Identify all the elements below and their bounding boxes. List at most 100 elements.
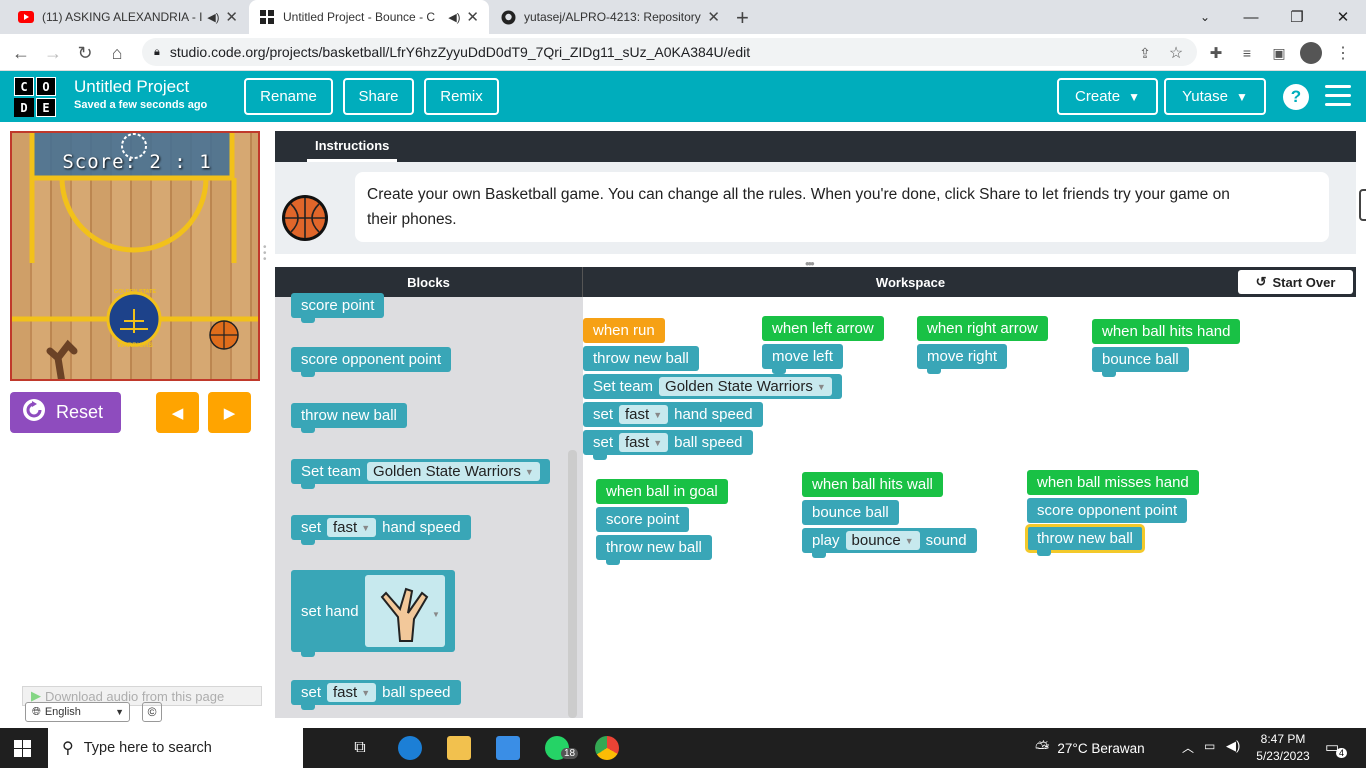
block-move-right[interactable]: move right: [917, 344, 1008, 374]
text-to-speech-icon[interactable]: ◀)): [1359, 189, 1366, 221]
store-icon[interactable]: [496, 736, 520, 760]
block-score-opponent-point[interactable]: score opponent point: [291, 347, 452, 377]
more-menu-icon[interactable]: ⋮: [1330, 40, 1356, 66]
block-set-team[interactable]: Set team Golden State Warriors ▼: [583, 374, 842, 399]
minimize-icon[interactable]: —: [1228, 0, 1274, 34]
speed-dropdown[interactable]: fast ▼: [619, 405, 669, 424]
block-label: when ball misses hand: [1037, 474, 1189, 491]
browser-tab-github[interactable]: yutasej/ALPRO-4213: Repository ✕: [490, 0, 730, 34]
tray-chevron-up-icon[interactable]: ︿: [1182, 739, 1194, 756]
dropdown-value: fast: [333, 519, 358, 536]
rename-button[interactable]: Rename: [244, 78, 333, 115]
side-panel-icon[interactable]: ▣: [1266, 40, 1292, 66]
home-icon[interactable]: ⌂: [104, 40, 130, 66]
tab-instructions[interactable]: Instructions: [307, 131, 398, 162]
block-when-ball-misses-hand[interactable]: when ball misses hand: [1027, 470, 1199, 495]
block-when-left-arrow[interactable]: when left arrow: [762, 316, 884, 341]
speed-dropdown[interactable]: fast ▼: [327, 518, 377, 537]
windows-start-icon[interactable]: [14, 740, 31, 760]
triangle-right-icon: ▶: [223, 404, 236, 422]
tab-search-icon[interactable]: ⌄: [1182, 0, 1228, 34]
block-bounce-ball[interactable]: bounce ball: [802, 500, 899, 525]
close-tab-icon[interactable]: ✕: [466, 8, 479, 26]
toolbox-scrollbar[interactable]: [568, 450, 577, 718]
url-input[interactable]: 🔒︎ studio.code.org/projects/basketball/L…: [142, 38, 1197, 66]
start-over-button[interactable]: ↺ Start Over: [1238, 270, 1353, 294]
block-when-run[interactable]: when run: [583, 318, 665, 343]
forward-icon[interactable]: →: [40, 40, 66, 66]
close-tab-icon[interactable]: ✕: [707, 8, 720, 26]
new-tab-icon[interactable]: +: [736, 5, 749, 31]
weather-widget[interactable]: ⛅︎ 27°C Berawan: [1035, 728, 1145, 768]
help-button[interactable]: ?: [1283, 84, 1309, 110]
reset-button[interactable]: Reset: [10, 392, 121, 433]
taskbar-search-input[interactable]: ⚲ Type here to search: [48, 728, 303, 768]
block-when-ball-in-goal[interactable]: when ball in goal: [596, 479, 728, 504]
block-score-opponent-point[interactable]: score opponent point: [1027, 498, 1188, 523]
caret-down-icon: ▼: [361, 522, 371, 533]
reading-list-icon[interactable]: ≡: [1234, 40, 1260, 66]
block-when-ball-hits-hand[interactable]: when ball hits hand: [1092, 319, 1241, 344]
maximize-icon[interactable]: ❐: [1274, 0, 1320, 34]
block-set-ball-speed[interactable]: set fast ▼ ball speed: [583, 430, 753, 460]
team-dropdown[interactable]: Golden State Warriors ▼: [367, 462, 540, 481]
network-icon[interactable]: ▭: [1204, 739, 1215, 753]
speed-dropdown[interactable]: fast ▼: [619, 433, 669, 452]
block-throw-new-ball-selected[interactable]: throw new ball: [1025, 524, 1145, 556]
codeorg-logo[interactable]: C O D E: [14, 77, 58, 117]
browser-tab-codeorg[interactable]: Untitled Project - Bounce - C ◀) ✕: [249, 0, 489, 34]
game-stage[interactable]: GOLDEN STATE WARRIORS Score: 2 : 1: [10, 131, 260, 381]
system-clock[interactable]: 8:47 PM 5/23/2023: [1248, 731, 1318, 765]
project-title: Untitled Project: [74, 77, 190, 96]
block-when-ball-hits-wall[interactable]: when ball hits wall: [802, 472, 943, 497]
block-set-team[interactable]: Set team Golden State Warriors ▼: [291, 459, 550, 489]
block-bounce-ball[interactable]: bounce ball: [1092, 347, 1189, 377]
block-move-left[interactable]: move left: [762, 344, 843, 374]
block-score-point[interactable]: score point: [596, 507, 690, 532]
chrome-icon[interactable]: [595, 736, 619, 760]
tab-title: yutasej/ALPRO-4213: Repository: [524, 10, 701, 24]
back-icon[interactable]: ←: [8, 40, 34, 66]
block-score-point[interactable]: score point: [291, 293, 385, 323]
block-label: when ball in goal: [606, 483, 718, 500]
save-status: Saved a few seconds ago: [74, 99, 208, 111]
hand-image-dropdown[interactable]: ▼: [364, 575, 445, 647]
reload-icon[interactable]: ↻: [72, 40, 98, 66]
language-select[interactable]: 🌐︎ English ▼: [25, 702, 130, 722]
close-tab-icon[interactable]: ✕: [225, 8, 238, 26]
volume-icon[interactable]: ◀): [1226, 738, 1240, 754]
vertical-resize-handle-icon[interactable]: • • •: [263, 243, 267, 265]
step-back-button[interactable]: ◀: [156, 392, 199, 433]
bookmark-star-icon[interactable]: ☆: [1163, 40, 1189, 66]
block-play-sound[interactable]: play bounce ▼ sound: [802, 528, 977, 558]
caret-down-icon: ▼: [1235, 89, 1248, 104]
file-explorer-icon[interactable]: [447, 736, 471, 760]
block-when-right-arrow[interactable]: when right arrow: [917, 316, 1048, 341]
block-set-hand-speed[interactable]: set fast ▼ hand speed: [291, 515, 471, 545]
block-set-hand-speed[interactable]: set fast ▼ hand speed: [583, 402, 763, 427]
block-throw-new-ball[interactable]: throw new ball: [596, 535, 712, 565]
hamburger-menu-icon[interactable]: [1325, 85, 1351, 107]
team-dropdown[interactable]: Golden State Warriors ▼: [659, 377, 832, 396]
block-throw-new-ball[interactable]: throw new ball: [583, 346, 699, 371]
profile-avatar[interactable]: [1300, 42, 1322, 64]
share-button[interactable]: Share: [343, 78, 414, 115]
copyright-button[interactable]: ©: [142, 702, 162, 722]
clock-time: 8:47 PM: [1260, 732, 1306, 746]
browser-tab-youtube[interactable]: (11) ASKING ALEXANDRIA - I ◀) ✕: [8, 0, 248, 34]
close-window-icon[interactable]: ✕: [1320, 0, 1366, 34]
speed-dropdown[interactable]: fast ▼: [327, 683, 377, 702]
step-forward-button[interactable]: ▶: [208, 392, 251, 433]
user-menu-button[interactable]: Yutase ▼: [1164, 78, 1266, 115]
edge-icon[interactable]: [398, 736, 422, 760]
block-set-hand[interactable]: set hand ▼: [291, 570, 455, 657]
block-throw-new-ball[interactable]: throw new ball: [291, 403, 407, 433]
sound-dropdown[interactable]: bounce ▼: [845, 531, 920, 550]
task-view-icon[interactable]: ⧉: [348, 736, 372, 760]
create-menu-button[interactable]: Create ▼: [1057, 78, 1158, 115]
block-set-ball-speed[interactable]: set fast ▼ ball speed: [291, 680, 461, 710]
share-page-icon[interactable]: ⇪: [1132, 40, 1158, 66]
extensions-icon[interactable]: ✚: [1203, 40, 1229, 66]
remix-button[interactable]: Remix: [424, 78, 499, 115]
workspace-canvas[interactable]: when run throw new ball Set team Golden S…: [583, 297, 1356, 718]
